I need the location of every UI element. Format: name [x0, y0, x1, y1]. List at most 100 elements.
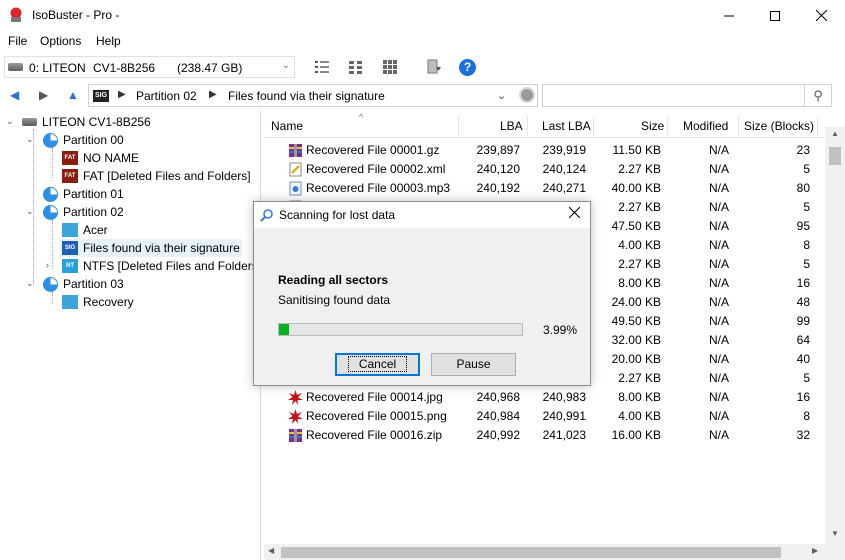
cell-name: Recovered File 00015.png [306, 409, 447, 423]
cell-size-blocks: 16 [796, 276, 810, 290]
search-input[interactable]: ⚲ [542, 84, 832, 107]
details-view-icon[interactable] [348, 59, 364, 75]
vertical-scrollbar[interactable]: ▲ ▼ [825, 127, 845, 560]
tree-item-files-by-signature[interactable]: SIG Files found via their signature [60, 239, 242, 257]
cell-last-lba: 240,271 [542, 181, 586, 195]
address-bar[interactable]: SIG ▶ Partition 02 ▶ Files found via the… [88, 84, 538, 107]
scroll-thumb[interactable] [829, 147, 841, 165]
scroll-left-icon[interactable]: ◀ [268, 546, 274, 555]
tree-item-recovery[interactable]: Recovery [62, 293, 134, 311]
cell-size-blocks: 64 [796, 333, 810, 347]
scan-progress-dialog: Scanning for lost data Reading all secto… [253, 201, 591, 386]
scroll-down-icon[interactable]: ▼ [831, 529, 839, 538]
list-view-icon[interactable] [314, 59, 330, 75]
cell-modified: N/A [708, 409, 729, 423]
cancel-button[interactable]: Cancel [335, 353, 420, 376]
scroll-thumb[interactable] [281, 547, 781, 558]
progress-fill [279, 324, 289, 335]
up-arrow-icon[interactable]: ▲ [67, 88, 79, 102]
breadcrumb-separator-icon[interactable]: ▶ [118, 89, 126, 100]
breadcrumb-separator-icon[interactable]: ▶ [209, 89, 217, 100]
table-row[interactable]: Recovered File 00015.png 240,984 240,991 4.… [264, 407, 824, 426]
extract-icon[interactable] [426, 59, 442, 75]
scroll-right-icon[interactable]: ▶ [812, 546, 818, 555]
collapse-icon[interactable]: ⌄ [26, 206, 34, 217]
cell-modified: N/A [708, 333, 729, 347]
cell-name: Recovered File 00016.zip [306, 428, 443, 442]
icon-view-icon[interactable] [382, 59, 398, 75]
cell-size-blocks: 5 [803, 200, 810, 214]
horizontal-scrollbar[interactable]: ◀ ▶ [264, 544, 825, 560]
cell-size: 32.00 KB [611, 333, 661, 347]
tree-item-partition-03[interactable]: ⌄ Partition 03 [26, 275, 124, 293]
cell-size-blocks: 5 [803, 371, 810, 385]
column-lba[interactable]: LBA [500, 119, 523, 133]
collapse-icon[interactable]: ⌄ [26, 278, 34, 289]
scroll-up-icon[interactable]: ▲ [831, 129, 839, 138]
column-size-blocks[interactable]: Size (Blocks) [744, 119, 814, 133]
pause-button[interactable]: Pause [431, 353, 516, 376]
tree-item-drive[interactable]: ⌄ LITEON CV1-8B256 [6, 113, 151, 131]
breadcrumb-current[interactable]: Files found via their signature [228, 89, 385, 103]
collapse-icon[interactable]: ⌄ [26, 134, 34, 145]
back-arrow-icon[interactable]: ◀ [10, 88, 19, 102]
tree-item-ntfs-deleted[interactable]: › NT NTFS [Deleted Files and Folders] [46, 257, 261, 275]
dialog-title-bar: Scanning for lost data [254, 202, 590, 228]
tree-item-no-name[interactable]: FAT NO NAME [62, 149, 139, 167]
archive-file-icon [288, 428, 303, 443]
column-modified[interactable]: Modified [683, 119, 728, 133]
cell-size: 4.00 KB [618, 238, 661, 252]
close-icon[interactable] [568, 205, 581, 223]
tree-item-acer[interactable]: Acer [62, 221, 108, 239]
menu-help[interactable]: Help [96, 34, 121, 48]
table-row[interactable]: Recovered File 00016.zip 240,992 241,023 16… [264, 426, 824, 445]
cell-size: 8.00 KB [618, 390, 661, 404]
partition-icon [43, 276, 58, 292]
cell-lba: 239,897 [476, 143, 520, 157]
cell-size: 49.50 KB [611, 314, 661, 328]
cell-size: 11.50 KB [612, 143, 661, 157]
column-last-lba[interactable]: Last LBA [542, 119, 591, 133]
drive-selector[interactable]: 0: LITEON CV1-8B256 (238.47 GB) ⌄ [4, 56, 295, 78]
column-size[interactable]: Size [641, 119, 664, 133]
maximize-button[interactable] [752, 0, 798, 31]
fat-filesystem-icon: FAT [62, 169, 78, 183]
tree-item-fat-deleted[interactable]: FAT FAT [Deleted Files and Folders] [62, 167, 251, 185]
table-row[interactable]: Recovered File 00002.xml 240,120 240,124 2.… [264, 160, 824, 179]
help-icon[interactable]: ? [459, 59, 476, 76]
chevron-down-icon[interactable]: ⌄ [497, 89, 506, 102]
drive-model: CV1-8B256 [93, 61, 156, 75]
breadcrumb-partition[interactable]: Partition 02 [136, 89, 197, 103]
tree-item-partition-00[interactable]: ⌄ Partition 00 [26, 131, 124, 149]
hard-drive-icon [8, 63, 23, 71]
table-row[interactable]: Recovered File 00001.gz 239,897 239,919 11.… [264, 141, 824, 160]
toolbar: 0: LITEON CV1-8B256 (238.47 GB) ⌄ [0, 53, 845, 81]
cell-modified: N/A [708, 219, 729, 233]
xml-file-icon [288, 162, 303, 177]
cell-last-lba: 240,983 [542, 390, 586, 404]
tree-item-partition-02[interactable]: ⌄ Partition 02 [26, 203, 124, 221]
menu-file[interactable]: File [8, 34, 27, 48]
table-row[interactable]: Recovered File 00003.mp3 240,192 240,271 40… [264, 179, 824, 198]
refresh-icon[interactable] [519, 87, 535, 103]
forward-arrow-icon[interactable]: ▶ [39, 88, 48, 102]
cell-size: 2.27 KB [618, 371, 661, 385]
close-button[interactable] [798, 0, 844, 31]
cell-size-blocks: 48 [796, 295, 810, 309]
cell-name: Recovered File 00002.xml [306, 162, 446, 176]
column-name[interactable]: Name [271, 119, 303, 133]
minimize-button[interactable] [706, 0, 752, 31]
menu-bar: File Options Help [0, 31, 845, 52]
menu-options[interactable]: Options [40, 34, 81, 48]
progress-bar [278, 323, 523, 336]
tree-item-partition-01[interactable]: Partition 01 [43, 185, 124, 203]
cell-size-blocks: 99 [796, 314, 810, 328]
cell-size-blocks: 8 [803, 409, 810, 423]
search-icon[interactable]: ⚲ [804, 85, 831, 106]
cell-modified: N/A [708, 428, 729, 442]
collapse-icon[interactable]: ⌄ [6, 116, 14, 127]
cell-size-blocks: 95 [796, 219, 810, 233]
cell-size: 16.00 KB [611, 428, 661, 442]
expand-icon[interactable]: › [46, 260, 49, 270]
table-row[interactable]: Recovered File 00014.jpg 240,968 240,983 8.… [264, 388, 824, 407]
